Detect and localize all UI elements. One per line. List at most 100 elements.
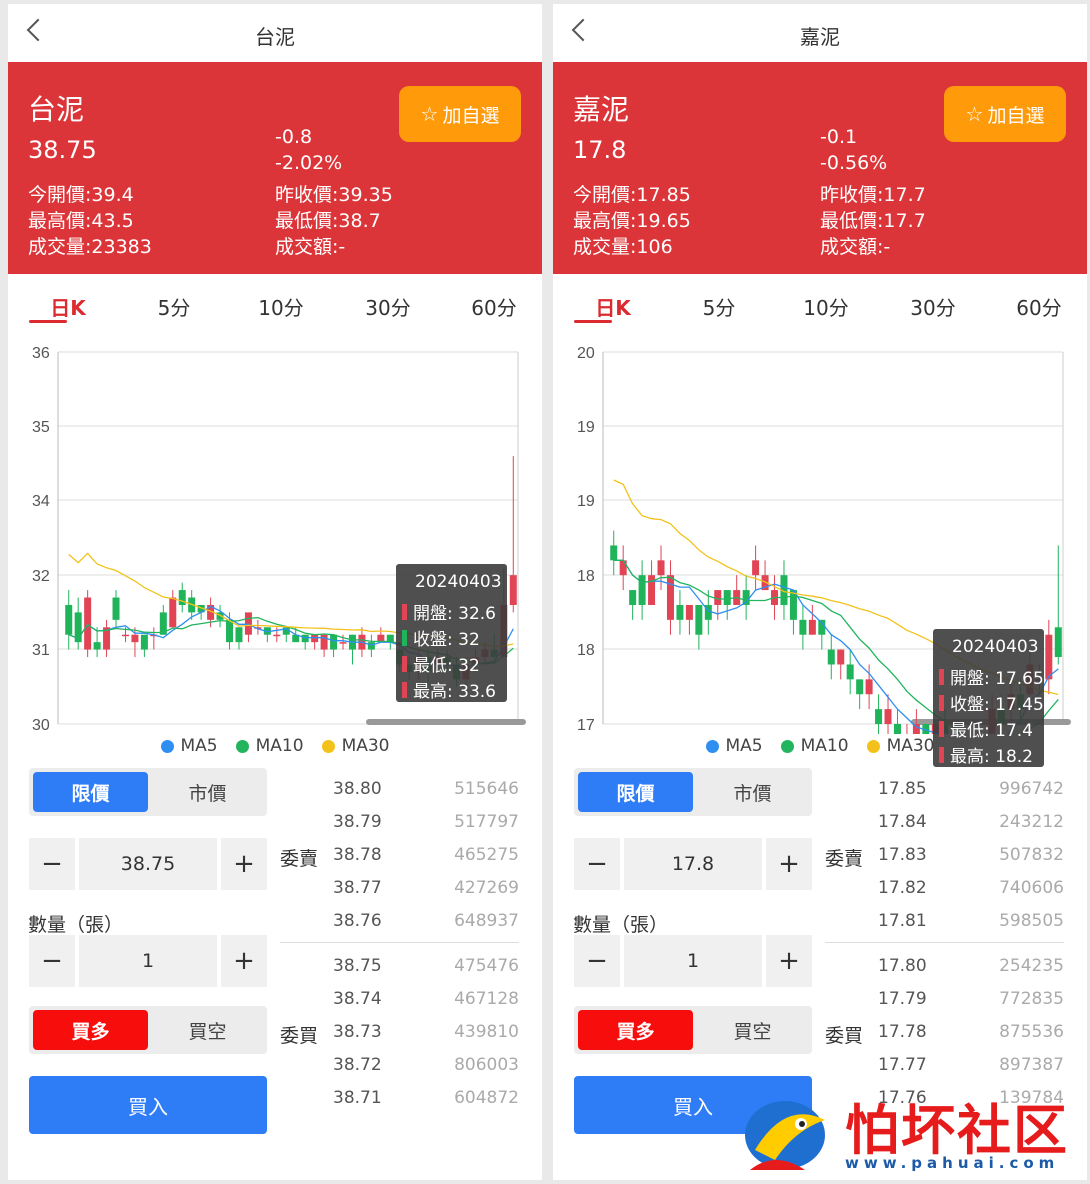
price-change: -0.8 [275, 126, 313, 148]
low-price: 最低價:38.7 [275, 210, 381, 232]
tab-60min[interactable]: 60分 [999, 292, 1079, 321]
bid-row[interactable]: 17.80 254235 [878, 956, 1064, 980]
candle-body [666, 575, 674, 620]
candle-body [638, 575, 646, 605]
candle-body [509, 575, 517, 605]
tooltip-row: 收盤: 17.45 [939, 690, 1044, 715]
active-tab-indicator [574, 320, 612, 323]
bid-row[interactable]: 17.79 772835 [878, 989, 1064, 1013]
price-increase-button[interactable]: + [766, 838, 812, 890]
tooltip-low: 最低: 17.4 [950, 721, 1033, 741]
tooltip-marker-icon [402, 681, 407, 698]
buy-short-button[interactable]: 買空 [152, 1010, 263, 1050]
legend-ma5[interactable]: MA5 [705, 736, 763, 756]
tab-60min[interactable]: 60分 [454, 292, 534, 321]
ask-side-label: 委賣 [825, 848, 864, 870]
tab-5min[interactable]: 5分 [679, 292, 759, 321]
ask-row[interactable]: 17.84 243212 [878, 812, 1064, 836]
candle-body [875, 709, 883, 724]
candle-body [685, 604, 693, 620]
buy-button[interactable]: 買入 [29, 1076, 267, 1134]
candle-body [367, 642, 375, 650]
tab-30min[interactable]: 30分 [893, 292, 973, 321]
ask-volume: 465275 [454, 845, 519, 865]
candle-body [1045, 634, 1053, 680]
tooltip-row: 最高: 33.6 [402, 677, 496, 702]
ask-row[interactable]: 17.82 740606 [878, 878, 1064, 902]
add-favorite-button[interactable]: ☆ 加自選 [399, 86, 521, 142]
bid-row[interactable]: 17.78 875536 [878, 1022, 1064, 1046]
quantity-label: 數量（張） [28, 914, 124, 936]
bid-volume: 897387 [999, 1055, 1064, 1075]
buy-short-button[interactable]: 買空 [697, 1010, 808, 1050]
tab-10min[interactable]: 10分 [241, 292, 321, 321]
bid-row[interactable]: 38.71 604872 [333, 1088, 519, 1112]
ask-price: 17.84 [878, 812, 927, 832]
legend-ma10[interactable]: MA10 [780, 736, 849, 756]
tooltip-marker-icon [939, 668, 944, 685]
add-favorite-button[interactable]: ☆ 加自選 [944, 86, 1066, 142]
market-order-button[interactable]: 市價 [152, 772, 263, 812]
limit-order-button[interactable]: 限價 [33, 772, 148, 812]
tab-daily-k[interactable]: 日K [573, 292, 653, 321]
tooltip-marker-icon [939, 720, 944, 737]
ask-row[interactable]: 38.76 648937 [333, 911, 519, 935]
ask-row[interactable]: 17.85 996742 [878, 779, 1064, 803]
price-decrease-button[interactable]: − [574, 838, 620, 890]
tab-daily-k[interactable]: 日K [28, 292, 108, 321]
bid-row[interactable]: 38.75 475476 [333, 956, 519, 980]
quantity-input[interactable]: 1 [79, 935, 217, 987]
tooltip-open: 開盤: 17.65 [950, 669, 1044, 689]
ask-row[interactable]: 38.79 517797 [333, 812, 519, 836]
quantity-decrease-button[interactable]: − [29, 935, 75, 987]
ask-row[interactable]: 38.78 465275 [333, 845, 519, 869]
ask-row[interactable]: 38.80 515646 [333, 779, 519, 803]
tab-30min[interactable]: 30分 [348, 292, 428, 321]
legend-ma30[interactable]: MA30 [321, 736, 390, 756]
watermark: 怕坏社区 www.pahuai.com [735, 1080, 1080, 1180]
ask-row[interactable]: 38.77 427269 [333, 878, 519, 902]
bid-price: 38.74 [333, 989, 382, 1009]
legend-ma10[interactable]: MA10 [235, 736, 304, 756]
price-input[interactable]: 38.75 [79, 838, 217, 890]
legend-ma5[interactable]: MA5 [160, 736, 218, 756]
price-increase-button[interactable]: + [221, 838, 267, 890]
price-decrease-button[interactable]: − [29, 838, 75, 890]
quantity-increase-button[interactable]: + [766, 935, 812, 987]
bid-row[interactable]: 38.72 806003 [333, 1055, 519, 1079]
bid-row[interactable]: 38.74 467128 [333, 989, 519, 1013]
ask-price: 38.76 [333, 911, 382, 931]
bid-row[interactable]: 17.77 897387 [878, 1055, 1064, 1079]
ask-volume: 243212 [999, 812, 1064, 832]
nav-title: 嘉泥 [800, 25, 840, 49]
quantity-decrease-button[interactable]: − [574, 935, 620, 987]
tab-10min[interactable]: 10分 [786, 292, 866, 321]
bid-price: 17.77 [878, 1055, 927, 1075]
y-tick-label: 18 [577, 642, 595, 659]
y-tick-label: 18 [577, 568, 595, 585]
legend-ma30[interactable]: MA30 [866, 736, 935, 756]
ask-volume: 740606 [999, 878, 1064, 898]
price-change: -0.1 [820, 126, 858, 148]
ask-row[interactable]: 17.81 598505 [878, 911, 1064, 935]
tab-5min[interactable]: 5分 [134, 292, 214, 321]
buy-long-button[interactable]: 買多 [33, 1010, 148, 1050]
ask-price: 38.79 [333, 812, 382, 832]
quantity-increase-button[interactable]: + [221, 935, 267, 987]
bid-row[interactable]: 38.73 439810 [333, 1022, 519, 1046]
y-tick-label: 19 [577, 419, 595, 436]
stock-panel-1: 嘉泥 嘉泥 17.8 -0.1 -0.56% 今開價:17.85 昨收價:17.… [553, 4, 1087, 1180]
quantity-input[interactable]: 1 [624, 935, 762, 987]
book-divider [280, 942, 519, 943]
buy-long-button[interactable]: 買多 [578, 1010, 693, 1050]
ask-price: 17.81 [878, 911, 927, 931]
limit-order-button[interactable]: 限價 [578, 772, 693, 812]
price-change-percent: -0.56% [820, 152, 888, 174]
tooltip-row: 開盤: 32.6 [402, 599, 496, 624]
price-input[interactable]: 17.8 [624, 838, 762, 890]
ask-row[interactable]: 17.83 507832 [878, 845, 1064, 869]
market-order-button[interactable]: 市價 [697, 772, 808, 812]
quantity-stepper: − 1 + [574, 935, 812, 987]
prev-close: 昨收價:39.35 [275, 184, 393, 206]
stock-price: 38.75 [28, 136, 97, 164]
